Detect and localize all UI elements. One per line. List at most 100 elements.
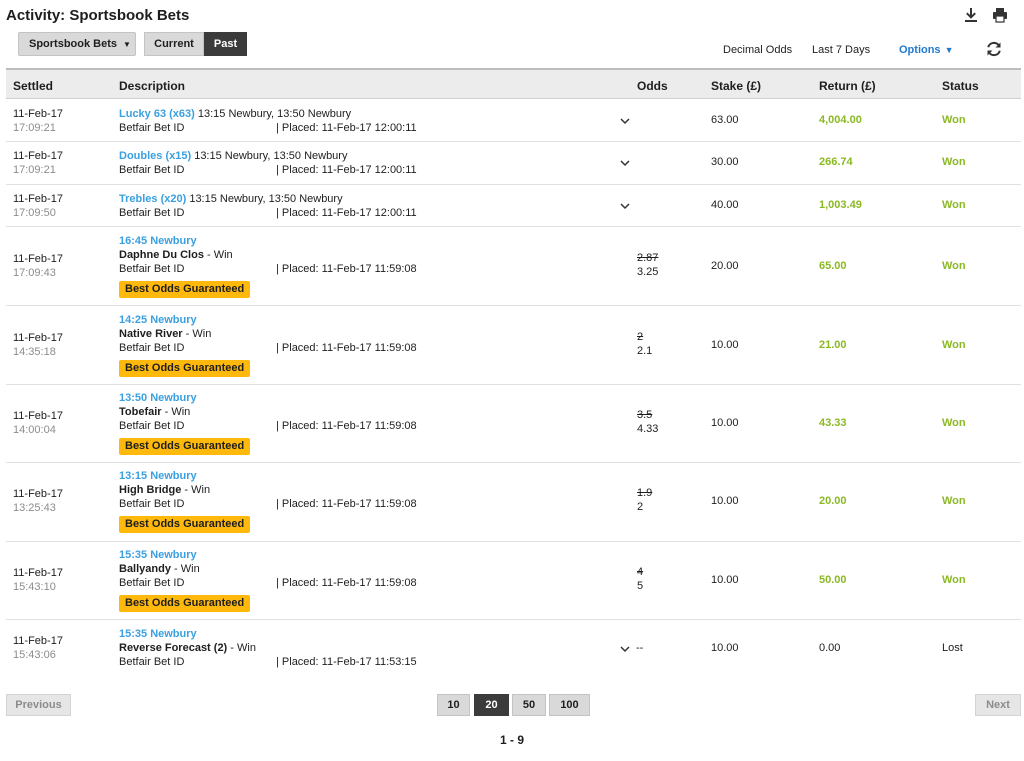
- market-name: - Win: [161, 406, 191, 418]
- odds-value: --: [636, 642, 644, 654]
- stake-value: 10.00: [711, 642, 739, 654]
- selection-name: Tobefair: [119, 406, 162, 418]
- page-size-10-button[interactable]: 10: [437, 694, 470, 716]
- toolbar: Sportsbook Bets ▼ Current Past Decimal O…: [0, 26, 1024, 68]
- status-badge: Won: [942, 339, 966, 351]
- event-link[interactable]: 13:15 Newbury: [119, 470, 197, 482]
- status-badge: Won: [942, 495, 966, 507]
- column-header-stake: Stake (£): [711, 79, 762, 93]
- settled-date: 11-Feb-17: [13, 635, 63, 647]
- status-badge: Won: [942, 114, 966, 126]
- selection: High Bridge - Win: [119, 484, 210, 496]
- stake-value: 10.00: [711, 495, 739, 507]
- best-odds-guaranteed-badge: Best Odds Guaranteed: [119, 438, 251, 455]
- selection: Reverse Forecast (2) - Win: [119, 642, 256, 654]
- tab-current[interactable]: Current: [144, 32, 204, 56]
- return-value: 21.00: [819, 339, 847, 351]
- return-value: 0.00: [819, 642, 841, 654]
- settled-time: 15:43:10: [13, 581, 56, 593]
- stake-value: 10.00: [711, 339, 739, 351]
- tab-past[interactable]: Past: [204, 32, 247, 56]
- event-link[interactable]: 13:50 Newbury: [119, 392, 197, 404]
- bet-type-link[interactable]: Doubles (x15): [119, 150, 191, 162]
- chevron-down-icon[interactable]: [619, 643, 633, 657]
- selection: Native River - Win: [119, 328, 211, 340]
- return-value: 50.00: [819, 574, 847, 586]
- bet-type-link[interactable]: Trebles (x20): [119, 193, 186, 205]
- selection: Tobefair - Win: [119, 406, 190, 418]
- chevron-down-icon[interactable]: [619, 115, 633, 129]
- stake-value: 63.00: [711, 114, 739, 126]
- market-name: - Win: [181, 484, 211, 496]
- settled-time: 13:25:43: [13, 502, 56, 514]
- event-link[interactable]: 14:25 Newbury: [119, 314, 197, 326]
- bet-legs: Lucky 63 (x63) 13:15 Newbury, 13:50 Newb…: [119, 108, 351, 120]
- best-odds-guaranteed-badge: Best Odds Guaranteed: [119, 516, 251, 533]
- original-odds: 4: [637, 566, 644, 578]
- bet-type-link[interactable]: Lucky 63 (x63): [119, 108, 195, 120]
- bet-id-label: Betfair Bet ID: [119, 420, 185, 432]
- bet-id-label: Betfair Bet ID: [119, 207, 185, 219]
- event-link[interactable]: 16:45 Newbury: [119, 235, 197, 247]
- product-dropdown-label: Sportsbook Bets: [29, 38, 118, 50]
- placed-time: | Placed: 11-Feb-17 11:59:08: [276, 263, 417, 275]
- return-value: 266.74: [819, 156, 853, 168]
- status-badge: Won: [942, 156, 966, 168]
- chevron-down-icon[interactable]: [619, 200, 633, 214]
- market-name: - Win: [203, 249, 233, 261]
- settled-date: 11-Feb-17: [13, 332, 63, 344]
- column-header-description: Description: [119, 79, 186, 93]
- settled-date: 11-Feb-17: [13, 253, 63, 265]
- placed-time: | Placed: 11-Feb-17 12:00:11: [276, 207, 417, 219]
- chevron-down-icon[interactable]: [619, 157, 633, 171]
- event-link[interactable]: 15:35 Newbury: [119, 549, 197, 561]
- result-range: 1 - 9: [499, 733, 524, 747]
- product-dropdown[interactable]: Sportsbook Bets ▼: [18, 32, 136, 56]
- stake-value: 30.00: [711, 156, 739, 168]
- placed-time: | Placed: 11-Feb-17 11:59:08: [276, 342, 417, 354]
- event-link[interactable]: 15:35 Newbury: [119, 628, 197, 640]
- options-dropdown[interactable]: Options ▼: [899, 44, 953, 56]
- previous-button[interactable]: Previous: [6, 694, 71, 716]
- settled-time: 14:00:04: [13, 424, 56, 436]
- bet-legs: Trebles (x20) 13:15 Newbury, 13:50 Newbu…: [119, 193, 343, 205]
- best-odds-guaranteed-badge: Best Odds Guaranteed: [119, 281, 251, 298]
- placed-time: | Placed: 11-Feb-17 12:00:11: [276, 122, 417, 134]
- column-header-settled: Settled: [13, 79, 54, 93]
- download-icon[interactable]: [963, 7, 979, 23]
- odds-format-selector[interactable]: Decimal Odds: [723, 44, 792, 56]
- table-row: 11-Feb-17 17:09:21 Lucky 63 (x63) 13:15 …: [6, 99, 1021, 142]
- market-name: - Win: [182, 328, 212, 340]
- stake-value: 20.00: [711, 260, 739, 272]
- bet-id-label: Betfair Bet ID: [119, 263, 185, 275]
- page-size-100-button[interactable]: 100: [549, 694, 590, 716]
- settled-time: 14:35:18: [13, 346, 56, 358]
- status-badge: Won: [942, 260, 966, 272]
- table-row: 11-Feb-17 14:35:18 14:25 Newbury Native …: [6, 306, 1021, 385]
- table-row: 11-Feb-17 17:09:43 16:45 Newbury Daphne …: [6, 227, 1021, 306]
- bet-legs-text: 13:15 Newbury, 13:50 Newbury: [191, 150, 348, 162]
- next-button[interactable]: Next: [975, 694, 1021, 716]
- settled-time: 17:09:21: [13, 122, 56, 134]
- print-icon[interactable]: [992, 7, 1008, 23]
- placed-time: | Placed: 11-Feb-17 11:53:15: [276, 656, 417, 668]
- original-odds: 1.9: [637, 487, 653, 499]
- settled-time: 15:43:06: [13, 649, 56, 661]
- refresh-icon[interactable]: [985, 40, 1003, 58]
- page-header: Activity: Sportsbook Bets: [0, 0, 1024, 26]
- settled-odds: 2.1: [637, 345, 653, 357]
- bets-table-header: Settled Description Odds Stake (£) Retur…: [6, 68, 1021, 99]
- caret-down-icon: ▼: [944, 45, 954, 55]
- page-size-20-button[interactable]: 20: [474, 694, 509, 716]
- bet-id-label: Betfair Bet ID: [119, 577, 185, 589]
- caret-down-icon: ▼: [123, 39, 131, 49]
- settled-odds: 4.33: [637, 423, 659, 435]
- bet-legs-text: 13:15 Newbury, 13:50 Newbury: [186, 193, 343, 205]
- bet-id-label: Betfair Bet ID: [119, 164, 185, 176]
- status-badge: Won: [942, 199, 966, 211]
- bet-id-label: Betfair Bet ID: [119, 656, 185, 668]
- page-size-50-button[interactable]: 50: [512, 694, 546, 716]
- bet-legs: Doubles (x15) 13:15 Newbury, 13:50 Newbu…: [119, 150, 347, 162]
- period-selector[interactable]: Last 7 Days: [812, 44, 870, 56]
- settled-time: 17:09:43: [13, 267, 56, 279]
